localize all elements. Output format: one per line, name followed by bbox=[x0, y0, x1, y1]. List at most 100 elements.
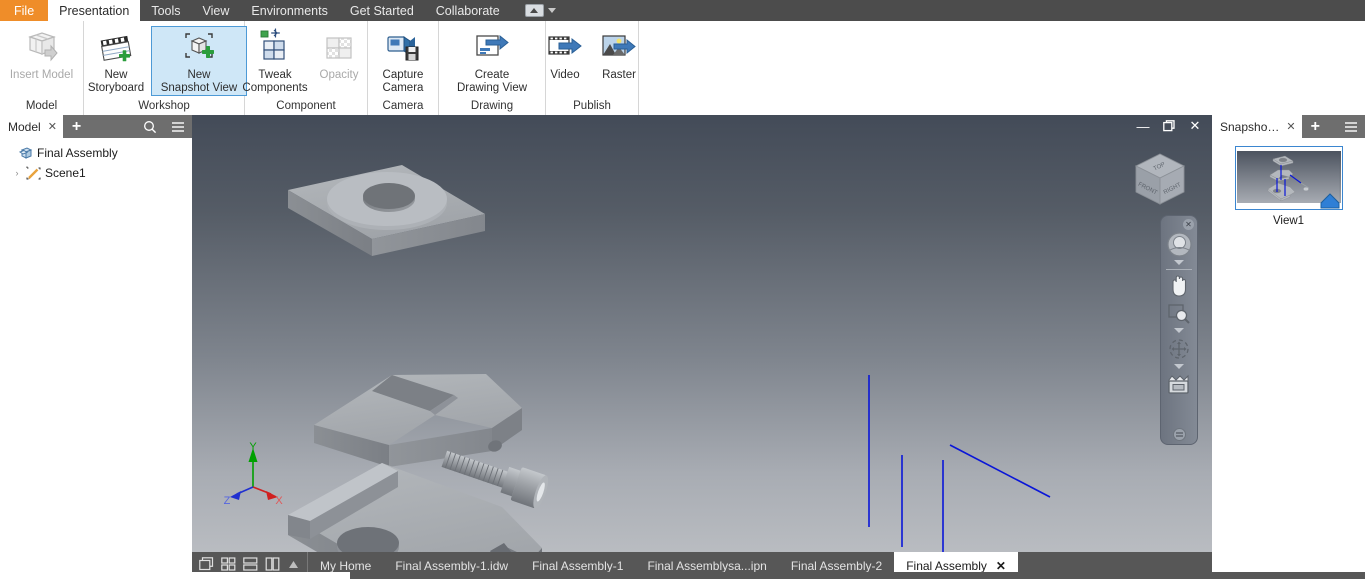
ribbon-panel-title-model: Model bbox=[25, 100, 58, 112]
assembly-icon bbox=[18, 146, 33, 161]
doc-tab-label: My Home bbox=[320, 558, 372, 573]
hamburger-menu-icon[interactable] bbox=[1337, 115, 1365, 138]
expand-chevron-icon[interactable]: › bbox=[12, 168, 22, 178]
create-drawing-view-button[interactable]: Create Drawing View bbox=[444, 26, 540, 95]
opacity-button[interactable]: Opacity bbox=[308, 26, 370, 82]
ribbon-minimize-icon bbox=[524, 4, 544, 17]
new-storyboard-icon bbox=[97, 28, 135, 66]
zoom-window-icon[interactable] bbox=[1164, 300, 1194, 326]
opacity-icon bbox=[320, 28, 358, 66]
model-browser-tabstrip: Model ✕ + bbox=[0, 115, 192, 138]
doc-tab-label: Final Assembly bbox=[906, 558, 987, 573]
ribbon-panel-publish: Video Raster Publish bbox=[546, 21, 639, 115]
add-tab-button[interactable]: + bbox=[63, 115, 90, 138]
new-snapshot-view-icon bbox=[180, 28, 218, 66]
snapshot-marker-icon bbox=[1320, 193, 1339, 209]
inventor-window: File Presentation Tools View Environment… bbox=[0, 0, 1365, 579]
tweak-components-icon bbox=[256, 28, 294, 66]
svg-text:Y: Y bbox=[249, 442, 257, 453]
ribbon-panel-title-workshop: Workshop bbox=[138, 100, 190, 112]
restore-button[interactable] bbox=[1162, 119, 1176, 133]
menu-collaborate[interactable]: Collaborate bbox=[425, 0, 511, 21]
snapshot-panel-tabstrip: Snapsho… ✕ + bbox=[1212, 115, 1365, 138]
ribbon-panel-drawing: Create Drawing View Drawing bbox=[439, 21, 546, 115]
menu-view[interactable]: View bbox=[192, 0, 241, 21]
raster-label: Raster bbox=[602, 69, 636, 81]
new-snapshot-view-label: New Snapshot View bbox=[160, 69, 238, 94]
snapshot-view-label: View1 bbox=[1272, 215, 1305, 227]
part-top-plate bbox=[288, 165, 485, 256]
menu-tools[interactable]: Tools bbox=[140, 0, 191, 21]
snapshot-tab[interactable]: Snapsho… ✕ bbox=[1212, 115, 1302, 138]
menu-get-started[interactable]: Get Started bbox=[339, 0, 425, 21]
chevron-down-icon[interactable] bbox=[547, 8, 556, 13]
search-icon[interactable] bbox=[136, 115, 164, 138]
raster-button[interactable]: Raster bbox=[592, 26, 646, 82]
view-cube[interactable]: TOP FRONT RIGHT bbox=[1128, 148, 1192, 212]
exploded-assembly-model[interactable] bbox=[192, 115, 1212, 552]
orbit-icon[interactable] bbox=[1164, 336, 1194, 362]
tree-node-label: Final Assembly bbox=[37, 146, 118, 160]
hamburger-menu-icon[interactable] bbox=[164, 115, 192, 138]
tree-node-label: Scene1 bbox=[45, 166, 86, 180]
chevron-down-icon[interactable] bbox=[1174, 364, 1184, 369]
new-storyboard-button[interactable]: New Storyboard bbox=[81, 26, 151, 95]
insert-model-label: Insert Model bbox=[9, 69, 74, 81]
model-browser-panel: Model ✕ + Final Assembly › Scene1 bbox=[0, 115, 193, 552]
video-label: Video bbox=[550, 69, 580, 81]
ribbon-panel-model: Insert Model Model bbox=[0, 21, 84, 115]
browser-tab-model-label: Model bbox=[8, 119, 41, 134]
navbar-options-icon[interactable] bbox=[1164, 428, 1194, 441]
close-icon[interactable]: ✕ bbox=[1286, 120, 1295, 133]
menu-environments[interactable]: Environments bbox=[240, 0, 338, 21]
scene-icon bbox=[26, 166, 41, 181]
ribbon-panel-camera: Capture Camera Camera bbox=[368, 21, 439, 115]
doc-tab-label: Final Assemblysa...ipn bbox=[647, 558, 767, 573]
chevron-down-icon[interactable] bbox=[1174, 328, 1184, 333]
browser-tab-model[interactable]: Model ✕ bbox=[0, 115, 63, 138]
tweak-components-button[interactable]: Tweak Components bbox=[242, 26, 308, 95]
ribbon-panel-title-camera: Camera bbox=[382, 100, 424, 112]
ribbon-panel-title-component: Component bbox=[276, 100, 336, 112]
new-snapshot-view-button[interactable]: New Snapshot View bbox=[151, 26, 247, 96]
part-middle-clamp bbox=[314, 374, 522, 467]
ribbon: Insert Model Model New Storyboard New Sn… bbox=[0, 21, 1365, 116]
ribbon-minimize-toggle[interactable] bbox=[524, 0, 556, 21]
tree-node-scene1[interactable]: › Scene1 bbox=[4, 163, 192, 183]
insert-model-button[interactable]: Insert Model bbox=[6, 26, 77, 82]
close-icon[interactable]: ✕ bbox=[1183, 219, 1194, 230]
ribbon-panel-component: Tweak Components Opacity Component bbox=[242, 21, 370, 115]
capture-camera-button[interactable]: Capture Camera bbox=[372, 26, 434, 95]
raster-icon bbox=[600, 28, 638, 66]
ribbon-panel-workshop: New Storyboard New Snapshot View Worksho… bbox=[81, 21, 247, 115]
tree-node-final-assembly[interactable]: Final Assembly bbox=[4, 143, 192, 163]
close-button[interactable]: ✕ bbox=[1188, 118, 1202, 133]
status-bar-left bbox=[0, 572, 350, 579]
full-navigation-wheel-icon[interactable] bbox=[1164, 231, 1194, 258]
close-icon[interactable]: ✕ bbox=[996, 559, 1006, 573]
tweak-components-label: Tweak Components bbox=[242, 69, 308, 94]
chevron-down-icon[interactable] bbox=[1174, 260, 1184, 265]
video-button[interactable]: Video bbox=[538, 26, 592, 82]
capture-camera-icon bbox=[384, 28, 422, 66]
opacity-label: Opacity bbox=[319, 69, 359, 81]
snapshot-thumbnail bbox=[1236, 151, 1341, 209]
snapshot-view-list: View1 bbox=[1212, 138, 1365, 227]
minimize-button[interactable]: — bbox=[1136, 119, 1150, 134]
pan-icon[interactable] bbox=[1164, 273, 1194, 299]
graphics-viewport[interactable]: — ✕ TOP FRONT RIGHT ✕ Y X Z bbox=[192, 115, 1212, 552]
new-storyboard-label: New Storyboard bbox=[87, 69, 145, 94]
navigation-bar: ✕ bbox=[1160, 215, 1198, 445]
menu-bar: File Presentation Tools View Environment… bbox=[0, 0, 1365, 21]
viewport-window-controls: — ✕ bbox=[1136, 115, 1212, 137]
menu-presentation[interactable]: Presentation bbox=[48, 0, 141, 21]
ribbon-panel-title-drawing: Drawing bbox=[470, 100, 514, 112]
snapshot-views-panel: Snapsho… ✕ + View1 bbox=[1212, 115, 1365, 579]
model-tree: Final Assembly › Scene1 bbox=[0, 138, 192, 183]
snapshot-view-item[interactable] bbox=[1234, 146, 1343, 210]
video-icon bbox=[546, 28, 584, 66]
add-snapshot-tab-button[interactable]: + bbox=[1302, 115, 1329, 138]
look-at-icon[interactable] bbox=[1164, 372, 1194, 398]
close-icon[interactable]: ✕ bbox=[48, 120, 57, 133]
menu-file[interactable]: File bbox=[0, 0, 49, 21]
